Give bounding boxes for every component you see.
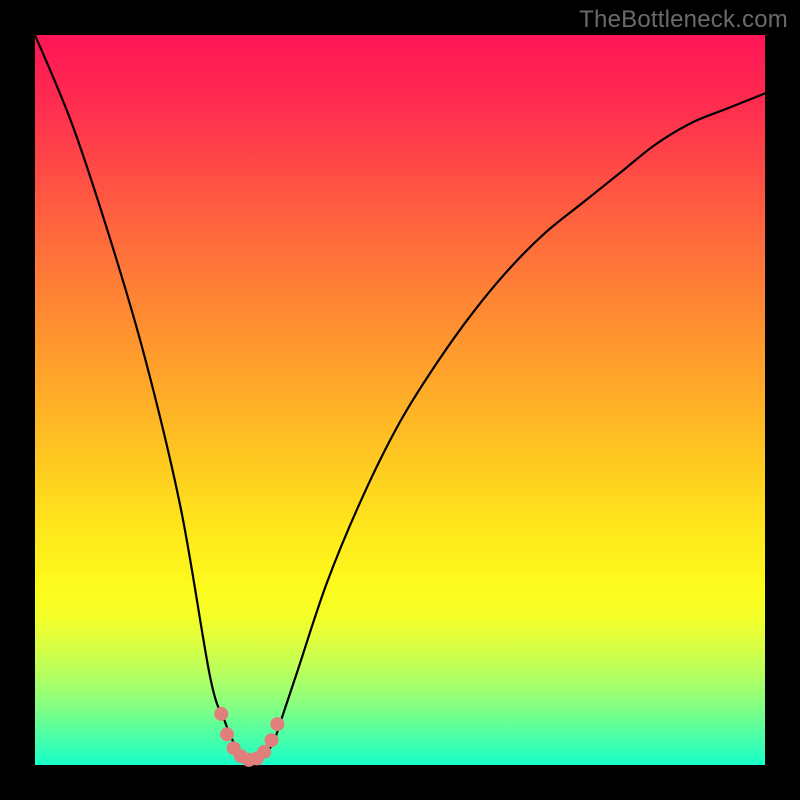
chart-frame: TheBottleneck.com — [0, 0, 800, 800]
curve-path — [35, 35, 765, 761]
marker-point — [270, 717, 284, 731]
marker-point — [265, 733, 279, 747]
marker-point — [220, 727, 234, 741]
marker-cluster — [214, 707, 284, 767]
plot-area — [35, 35, 765, 765]
marker-point — [257, 745, 271, 759]
watermark-text: TheBottleneck.com — [579, 6, 788, 34]
marker-point — [214, 707, 228, 721]
bottleneck-curve — [35, 35, 765, 765]
